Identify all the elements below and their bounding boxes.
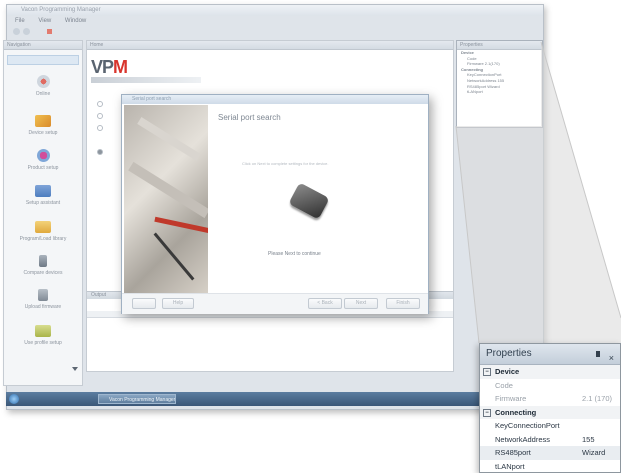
property-key-label: KeyConnectionPort bbox=[495, 421, 560, 430]
property-tlanport[interactable]: tLANport bbox=[480, 460, 620, 473]
property-lan-label: tLANport bbox=[495, 461, 525, 471]
category-device[interactable]: − Device bbox=[480, 365, 620, 379]
properties-title: Properties bbox=[486, 348, 532, 359]
properties-header: Properties × bbox=[480, 344, 620, 365]
property-rs485-value: Wizard bbox=[582, 448, 606, 457]
property-firmware-label: Firmware bbox=[495, 394, 527, 403]
properties-panel: Properties × − Device Code Firmware 2.1 (… bbox=[479, 343, 621, 473]
collapse-icon[interactable]: − bbox=[483, 408, 491, 417]
property-firmware-value: 2.1 (170) bbox=[582, 394, 613, 403]
property-network-value: 155 bbox=[582, 434, 595, 444]
property-code[interactable]: Code bbox=[480, 379, 620, 393]
property-code-label: Code bbox=[495, 380, 513, 390]
property-network-address[interactable]: NetworkAddress 155 bbox=[480, 433, 620, 447]
category-connecting[interactable]: − Connecting bbox=[480, 405, 620, 419]
property-rs485-label: RS485port bbox=[495, 448, 531, 457]
property-network-label: NetworkAddress bbox=[495, 434, 551, 444]
property-firmware[interactable]: Firmware 2.1 (170) bbox=[480, 392, 620, 406]
property-rs485port[interactable]: RS485port Wizard bbox=[480, 446, 620, 460]
property-key-connection-port[interactable]: KeyConnectionPort bbox=[480, 419, 620, 433]
pin-icon[interactable] bbox=[596, 351, 600, 357]
collapse-icon[interactable]: − bbox=[483, 368, 491, 377]
